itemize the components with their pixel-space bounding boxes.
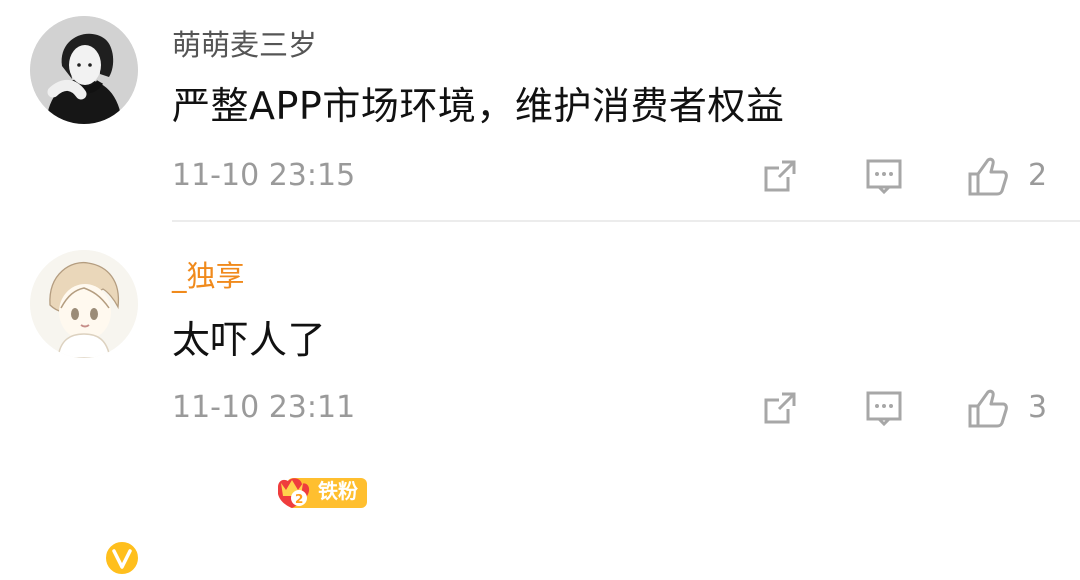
thumbs-up-icon (968, 157, 1008, 196)
cartoon-avatar-icon (30, 250, 138, 358)
reply-button[interactable] (864, 156, 904, 196)
verified-badge-icon (104, 540, 140, 576)
thumbs-up-icon (968, 389, 1008, 428)
like-button[interactable] (966, 386, 1010, 430)
user-avatar[interactable] (30, 250, 138, 358)
comment-text: 严整APP市场环境，维护消费者权益 (172, 84, 785, 128)
share-icon (764, 160, 796, 192)
fan-badge-label: 铁粉 (318, 479, 358, 503)
comment-item: _独享 2 铁粉 太吓人了 11-10 23:11 3 (0, 222, 1080, 576)
comment-item: 萌萌麦三岁 严整APP市场环境，维护消费者权益 11-10 23:15 2 (0, 0, 1080, 222)
comment-time: 11-10 23:15 (172, 158, 356, 193)
comment-time: 11-10 23:11 (172, 390, 356, 425)
user-avatar[interactable] (30, 16, 138, 124)
comment-text: 太吓人了 (172, 318, 327, 362)
like-count: 3 (1028, 390, 1048, 425)
svg-text:2: 2 (295, 492, 303, 506)
reply-icon (866, 159, 902, 195)
share-button[interactable] (760, 156, 800, 196)
username[interactable]: 萌萌麦三岁 (172, 27, 317, 63)
reply-icon (866, 391, 902, 427)
share-icon (764, 392, 796, 424)
reply-button[interactable] (864, 388, 904, 428)
share-button[interactable] (760, 388, 800, 428)
like-count: 2 (1028, 158, 1048, 193)
username[interactable]: _独享 (172, 258, 245, 294)
like-button[interactable] (966, 154, 1010, 198)
portrait-avatar-icon (30, 16, 138, 124)
